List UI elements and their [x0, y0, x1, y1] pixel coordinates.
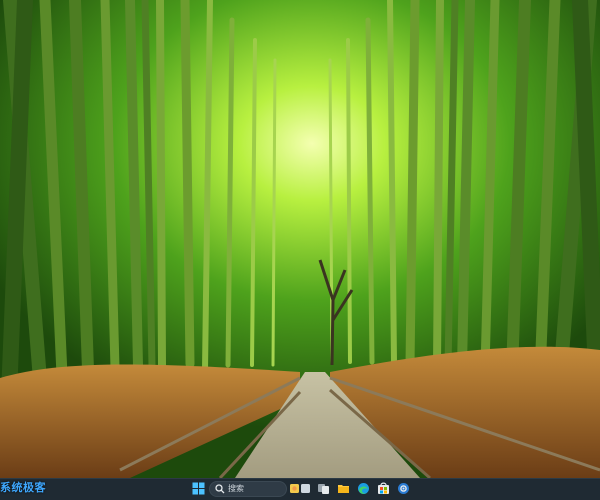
search-input[interactable]: 搜索 — [209, 481, 287, 497]
edge-browser-icon[interactable] — [357, 482, 370, 495]
settings-app-icon[interactable] — [397, 482, 410, 495]
start-icon[interactable] — [192, 482, 205, 495]
desktop-wallpaper — [0, 0, 600, 478]
widgets-icon[interactable] — [289, 482, 311, 495]
watermark-logo: 系统极客 — [0, 481, 46, 494]
search-icon — [215, 484, 225, 494]
file-explorer-icon[interactable] — [337, 482, 350, 495]
microsoft-store-icon[interactable] — [377, 482, 390, 495]
task-view-icon[interactable] — [317, 482, 330, 495]
search-placeholder: 搜索 — [228, 484, 244, 493]
